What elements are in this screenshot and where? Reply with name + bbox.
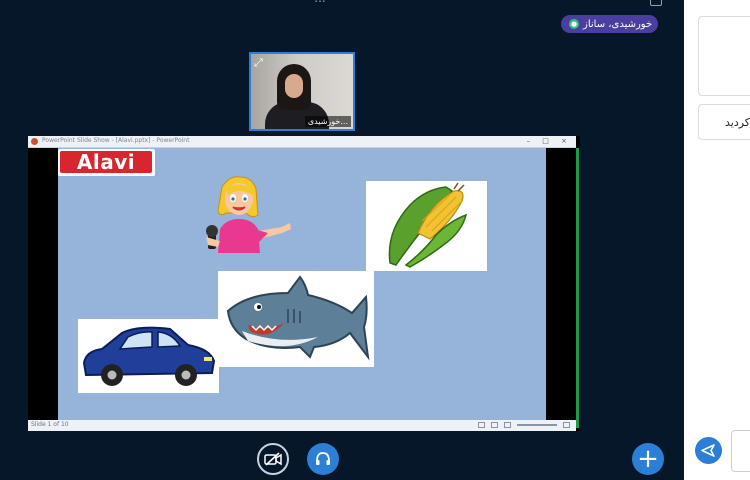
shark-card — [218, 271, 374, 367]
alavi-logo-text: Alavi — [60, 151, 152, 173]
chat-input[interactable] — [731, 430, 750, 472]
presentation-statusbar: Slide 1 of 10 — [28, 420, 576, 431]
zoom-slider[interactable] — [517, 424, 557, 426]
plus-icon: + — [637, 444, 659, 474]
webcam-tile[interactable]: ⤢ خورشیدی... — [249, 52, 355, 131]
speaker-badge: ● خورشیدی، ساناز — [561, 15, 659, 33]
send-button[interactable] — [695, 437, 722, 464]
fit-slide-icon[interactable] — [563, 422, 570, 428]
alavi-logo: Alavi — [58, 149, 155, 176]
corn-illustration — [388, 182, 468, 268]
shared-window-edge — [576, 148, 579, 428]
sorter-view-icon[interactable] — [491, 422, 498, 428]
car-illustration — [82, 326, 216, 386]
car-card — [78, 319, 219, 393]
presentation-window-title: PowerPoint Slide Show - [Alavi.pptx] - P… — [42, 137, 190, 144]
slide-canvas: Alavi — [58, 148, 546, 420]
side-panel-message: کردید — [698, 104, 750, 140]
normal-view-icon[interactable] — [478, 422, 485, 428]
reading-view-icon[interactable] — [504, 422, 511, 428]
layout-icon[interactable] — [650, 0, 662, 6]
audio-button[interactable] — [307, 443, 339, 475]
speaker-name: خورشیدی، ساناز — [583, 18, 653, 30]
microphone-icon: ● — [569, 19, 579, 29]
slide-counter: Slide 1 of 10 — [31, 421, 69, 428]
webcam-name-label: خورشیدی... — [304, 116, 351, 127]
expand-icon[interactable]: ⤢ — [254, 57, 263, 68]
headset-icon — [316, 452, 330, 465]
screenshare-area: PowerPoint Slide Show - [Alavi.pptx] - P… — [28, 136, 580, 431]
powerpoint-icon — [31, 138, 38, 145]
side-panel-card — [698, 16, 750, 96]
window-controls: – □ × — [526, 137, 572, 145]
actions-button[interactable]: + — [632, 443, 664, 475]
presentation-titlebar: PowerPoint Slide Show - [Alavi.pptx] - P… — [28, 136, 576, 148]
shark-illustration — [226, 275, 370, 361]
webcam-person-face — [285, 74, 303, 98]
meeting-title: ... — [170, 0, 470, 5]
reporter-girl-illustration — [206, 176, 291, 253]
view-controls — [478, 422, 570, 428]
camera-off-icon — [264, 452, 282, 466]
camera-toggle-button[interactable] — [257, 443, 289, 475]
send-icon — [701, 444, 715, 457]
corn-card — [366, 181, 487, 271]
